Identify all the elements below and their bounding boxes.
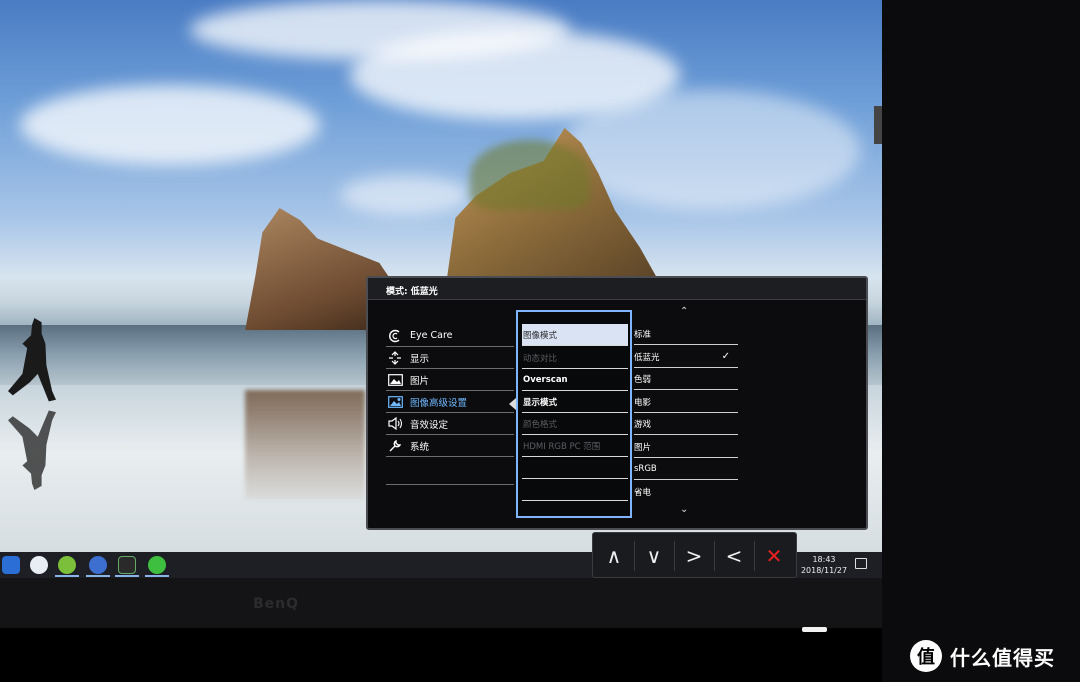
osd-control-keys: ∧ ∨ > < ✕ bbox=[592, 532, 797, 578]
submenu-pointer-icon bbox=[509, 398, 516, 410]
osd-menu-picture[interactable]: 图片 bbox=[386, 369, 514, 391]
rock-moss bbox=[470, 140, 590, 210]
right-key-button[interactable]: > bbox=[675, 539, 713, 573]
osd-option-photo[interactable]: 图片 bbox=[634, 436, 738, 458]
osd-option-eco[interactable]: 省电 bbox=[634, 481, 738, 503]
taskbar-green-app-icon[interactable] bbox=[58, 556, 76, 574]
osd-submenu-empty-row bbox=[522, 479, 628, 501]
taskbar-running-indicator bbox=[115, 575, 139, 577]
up-key-button[interactable]: ∧ bbox=[595, 539, 633, 573]
eye-care-icon bbox=[386, 329, 404, 343]
osd-submenu-empty-row bbox=[522, 457, 628, 479]
osd-menu-label: 图像高级设置 bbox=[410, 397, 468, 409]
osd-menu: 模式: 低蓝光 Eye Care 显示 图片 图像高级设置 音效设定 系统 图像… bbox=[366, 276, 868, 530]
down-key-button[interactable]: ∨ bbox=[635, 539, 673, 573]
picture-advanced-icon bbox=[386, 395, 404, 409]
osd-option-label: 低蓝光 bbox=[634, 352, 660, 363]
osd-option-standard[interactable]: 标准 bbox=[634, 323, 738, 345]
osd-option-movie[interactable]: 电影 bbox=[634, 391, 738, 413]
cloud bbox=[340, 175, 470, 215]
notification-icon[interactable] bbox=[855, 558, 867, 569]
taskbar-running-indicator bbox=[55, 575, 79, 577]
taskbar-terminal-icon[interactable] bbox=[118, 556, 136, 574]
checkmark-icon: ✓ bbox=[721, 351, 730, 362]
scroll-up-icon[interactable]: ⌃ bbox=[680, 306, 688, 317]
taskbar-qq-browser-icon[interactable] bbox=[30, 556, 48, 574]
osd-submenu-hdmi-rgb-range: HDMI RGB PC 范围 bbox=[522, 435, 628, 457]
osd-option-label: 标准 bbox=[634, 329, 652, 340]
monitor-bezel-right bbox=[882, 0, 1080, 682]
monitor-side-bracket bbox=[874, 106, 882, 144]
osd-menu-empty-row bbox=[386, 463, 514, 485]
osd-submenu-picture-mode[interactable]: 图像模式 bbox=[522, 324, 628, 346]
osd-menu-label: 图片 bbox=[410, 375, 430, 387]
osd-menu-audio[interactable]: 音效设定 bbox=[386, 413, 514, 435]
osd-menu-label: Eye Care bbox=[410, 330, 453, 341]
rock-reflection bbox=[245, 390, 365, 500]
osd-option-label: sRGB bbox=[634, 463, 657, 474]
clock-time: 18:43 bbox=[812, 555, 836, 564]
osd-menu-label: 显示 bbox=[410, 353, 430, 365]
display-icon bbox=[386, 350, 404, 365]
osd-option-label: 色弱 bbox=[634, 374, 652, 385]
osd-option-game[interactable]: 游戏 bbox=[634, 413, 738, 435]
watermark: 值 什么值得买 bbox=[910, 640, 1055, 672]
osd-option-color-weakness[interactable]: 色弱 bbox=[634, 368, 738, 390]
osd-menu-eye-care[interactable]: Eye Care bbox=[386, 325, 514, 347]
speaker-icon bbox=[386, 417, 404, 431]
taskbar-running-indicator bbox=[86, 575, 110, 577]
power-led bbox=[802, 627, 827, 632]
smzdm-logo-icon: 值 bbox=[910, 640, 942, 672]
taskbar-wechat-icon[interactable] bbox=[148, 556, 166, 574]
osd-option-label: 图片 bbox=[634, 442, 652, 453]
osd-option-label: 省电 bbox=[634, 488, 652, 498]
picture-icon bbox=[386, 373, 404, 387]
clock-date: 2018/11/27 bbox=[800, 566, 848, 575]
osd-option-low-blue-light[interactable]: 低蓝光 ✓ bbox=[634, 346, 738, 368]
osd-submenu-dynamic-contrast: 动态对比 bbox=[522, 347, 628, 369]
taskbar-browser-icon[interactable] bbox=[89, 556, 107, 574]
wrench-icon bbox=[386, 439, 404, 453]
osd-submenu-overscan[interactable]: Overscan bbox=[522, 369, 628, 391]
cloud bbox=[20, 85, 320, 165]
osd-submenu-display-mode[interactable]: 显示模式 bbox=[522, 391, 628, 413]
osd-menu-display[interactable]: 显示 bbox=[386, 347, 514, 369]
osd-submenu-color-format: 颜色格式 bbox=[522, 413, 628, 435]
monitor-brand-logo: BenQ bbox=[253, 596, 300, 612]
taskbar-running-indicator bbox=[145, 575, 169, 577]
osd-submenu: 图像模式 动态对比 Overscan 显示模式 颜色格式 HDMI RGB PC… bbox=[516, 310, 632, 518]
osd-option-label: 游戏 bbox=[634, 419, 652, 430]
taskbar-app-icon[interactable] bbox=[2, 556, 20, 574]
scroll-down-icon[interactable]: ⌄ bbox=[680, 504, 688, 515]
osd-menu-picture-advanced[interactable]: 图像高级设置 bbox=[386, 391, 514, 413]
osd-menu-label: 音效设定 bbox=[410, 419, 449, 431]
close-key-button[interactable]: ✕ bbox=[755, 539, 793, 573]
osd-option-srgb[interactable]: sRGB bbox=[634, 458, 738, 480]
monitor-bezel-bottom bbox=[0, 578, 895, 628]
taskbar-clock[interactable]: 18:43 2018/11/27 bbox=[800, 554, 848, 576]
left-key-button[interactable]: < bbox=[715, 539, 753, 573]
osd-menu-label: 系统 bbox=[410, 441, 430, 453]
osd-menu-system[interactable]: 系统 bbox=[386, 435, 514, 457]
osd-option-label: 电影 bbox=[634, 397, 652, 408]
watermark-text: 什么值得买 bbox=[950, 645, 1055, 670]
osd-title: 模式: 低蓝光 bbox=[368, 278, 866, 300]
